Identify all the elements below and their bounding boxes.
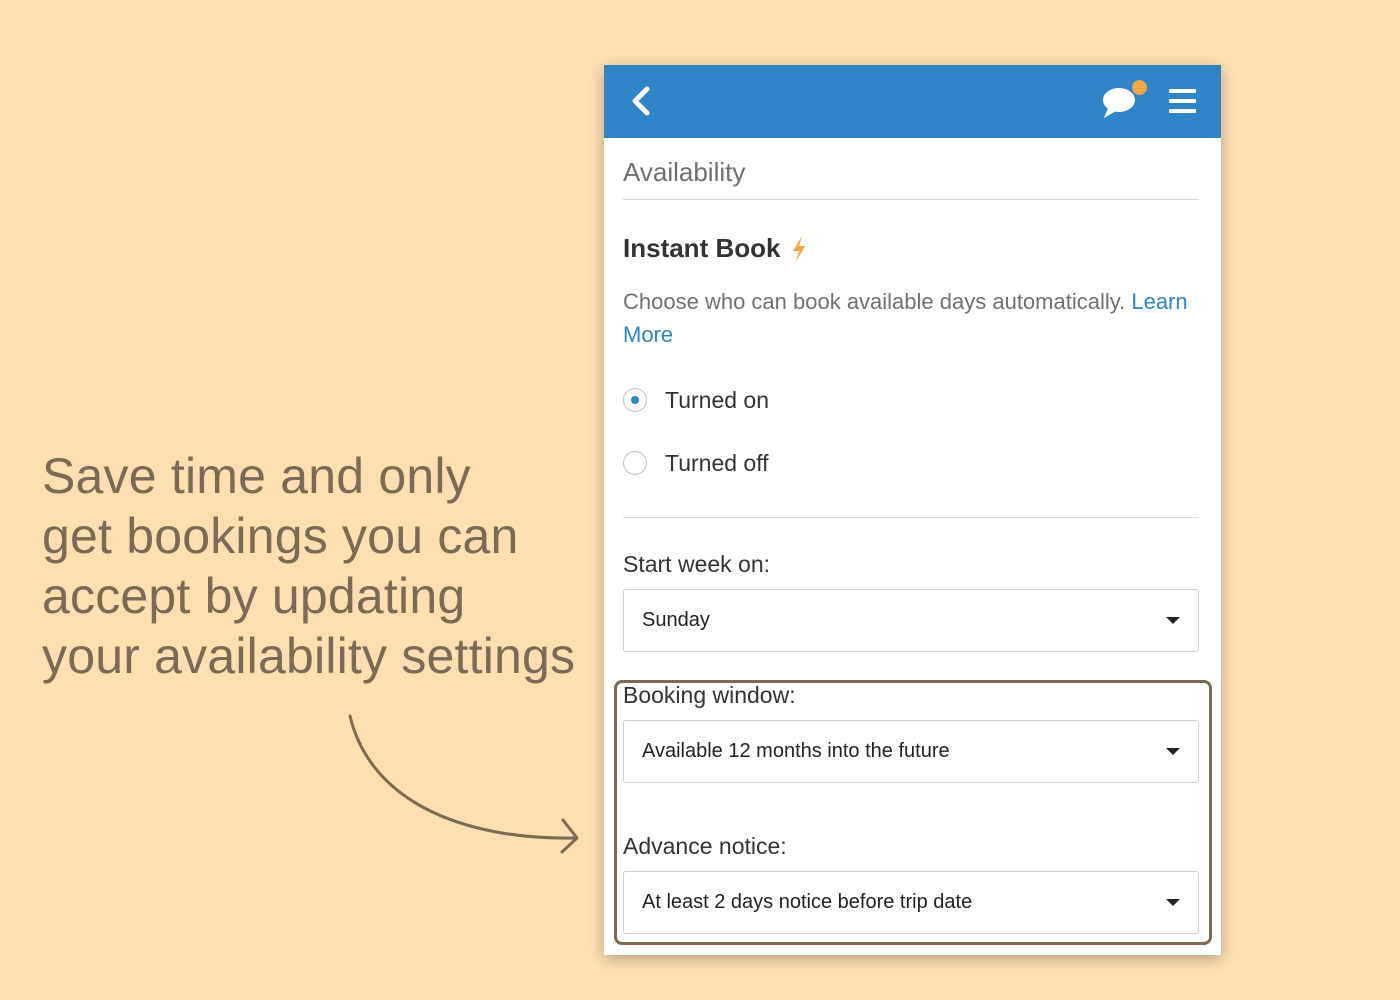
start-week-value: Sunday — [642, 609, 710, 631]
start-week-label: Start week on: — [623, 551, 771, 577]
caret-down-icon — [1166, 617, 1180, 624]
description-text: Choose who can book available days autom… — [623, 289, 1126, 314]
instant-book-heading: Instant Book — [623, 233, 1199, 264]
radio-button-checked[interactable] — [623, 388, 647, 412]
instant-book-description: Choose who can book available days autom… — [623, 285, 1199, 351]
radio-turned-off[interactable]: Turned off — [623, 448, 1199, 478]
back-button[interactable] — [624, 83, 660, 119]
caption-line: accept by updating — [42, 568, 466, 624]
chevron-left-icon — [632, 86, 650, 116]
lightning-bolt-icon — [793, 235, 806, 262]
instant-book-title: Instant Book — [623, 233, 781, 263]
page-title: Availability — [623, 138, 1199, 200]
menu-button[interactable] — [1168, 87, 1202, 117]
promo-caption: Save time and only get bookings you can … — [42, 446, 602, 686]
hamburger-menu-icon — [1169, 89, 1196, 113]
radio-button-unchecked[interactable] — [623, 451, 647, 475]
caption-line: Save time and only — [42, 448, 471, 504]
section-divider — [623, 517, 1199, 518]
curved-arrow-icon — [348, 714, 579, 854]
messages-button[interactable] — [1100, 79, 1147, 119]
start-week-select[interactable]: Sunday — [623, 589, 1199, 652]
caption-line: get bookings you can — [42, 508, 519, 564]
notification-dot — [1132, 80, 1147, 95]
caption-line: your availability settings — [42, 628, 576, 684]
highlight-box — [614, 680, 1212, 945]
top-navigation-bar — [604, 65, 1221, 138]
radio-label: Turned off — [665, 449, 769, 476]
radio-label: Turned on — [665, 386, 769, 413]
radio-turned-on[interactable]: Turned on — [623, 385, 1199, 415]
